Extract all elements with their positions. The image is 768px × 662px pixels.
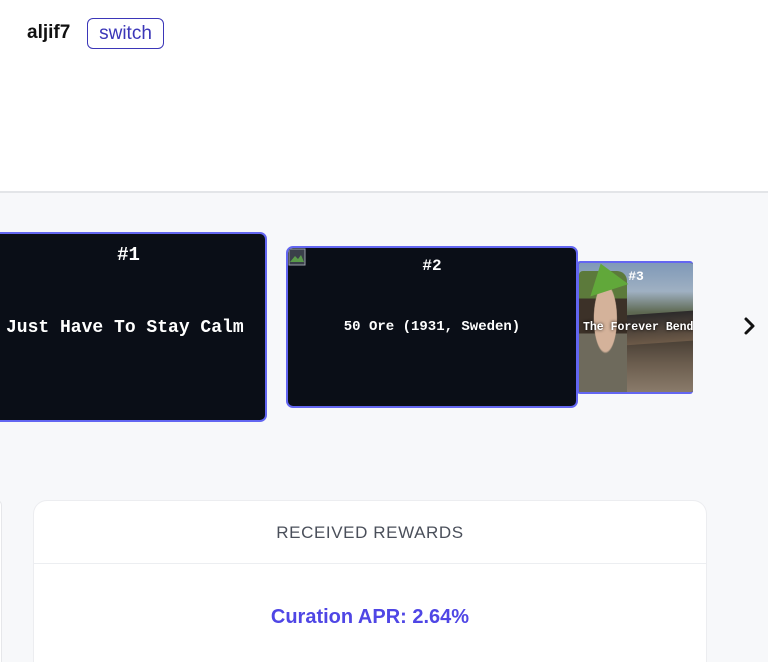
carousel-next-button[interactable] [738, 314, 762, 338]
rewards-heading: RECEIVED REWARDS [276, 523, 464, 542]
curation-apr-label: Curation APR: [270, 606, 413, 628]
card-rank: #2 [422, 257, 442, 275]
header: aljif7 switch [0, 0, 768, 193]
page: aljif7 switch #1 Just Have To Stay Calm … [0, 0, 768, 662]
side-panel-edge [0, 500, 2, 662]
carousel-card-3[interactable]: #3 The Forever Bend [577, 261, 693, 394]
received-rewards-panel: RECEIVED REWARDS Curation APR: 2.64% [33, 500, 707, 662]
carousel-card-2[interactable]: #2 50 Ore (1931, Sweden) [286, 246, 578, 408]
divider [34, 563, 706, 564]
card-rank: #1 [117, 244, 140, 266]
username: aljif7 [27, 22, 71, 43]
switch-button[interactable]: switch [87, 18, 164, 49]
card-title: Just Have To Stay Calm [6, 318, 244, 338]
card-title: 50 Ore (1931, Sweden) [343, 319, 521, 335]
carousel-card-1[interactable]: #1 Just Have To Stay Calm [0, 232, 267, 422]
chevron-right-icon [744, 317, 755, 335]
curation-apr: Curation APR: 2.64% [34, 606, 706, 629]
card-rank: #3 [628, 269, 644, 284]
curation-apr-value: 2.64% [412, 606, 470, 628]
card-title: The Forever Bend [583, 321, 693, 334]
